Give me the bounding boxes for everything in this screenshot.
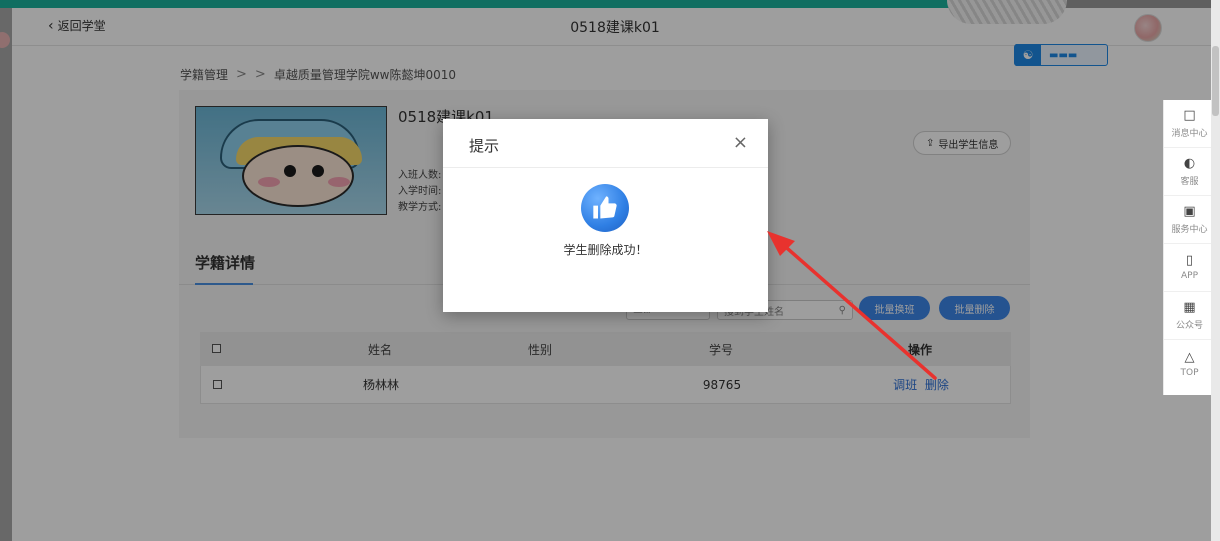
- close-icon[interactable]: ×: [733, 132, 748, 153]
- rail-app[interactable]: ▯ APP: [1164, 244, 1215, 292]
- rail-service-center[interactable]: ▣ 服务中心: [1164, 196, 1215, 244]
- scrollbar-thumb[interactable]: [1212, 46, 1219, 116]
- headset-icon: ◐: [1183, 155, 1196, 171]
- triangle-up-icon: △: [1184, 349, 1195, 365]
- thumbs-up-icon: [581, 184, 629, 232]
- service-icon: ▣: [1183, 203, 1196, 219]
- page-scrollbar[interactable]: [1211, 0, 1220, 541]
- dialog-header: 提示 ×: [443, 119, 768, 168]
- qrcode-icon: ▦: [1183, 299, 1196, 315]
- rail-official-account[interactable]: ▦ 公众号: [1164, 292, 1215, 340]
- success-dialog: 提示 × 学生删除成功！: [443, 119, 768, 312]
- dialog-message: 学生删除成功！: [563, 243, 648, 257]
- rail-customer-service[interactable]: ◐ 客服: [1164, 148, 1215, 196]
- rail-message-center[interactable]: □ 消息中心: [1164, 100, 1215, 148]
- message-icon: □: [1183, 107, 1196, 123]
- phone-icon: ▯: [1185, 253, 1194, 268]
- rail-back-to-top[interactable]: △ TOP: [1164, 340, 1215, 388]
- right-side-rail: □ 消息中心 ◐ 客服 ▣ 服务中心 ▯ APP ▦ 公众号 △ TOP: [1163, 100, 1215, 395]
- dialog-title: 提示: [469, 137, 500, 155]
